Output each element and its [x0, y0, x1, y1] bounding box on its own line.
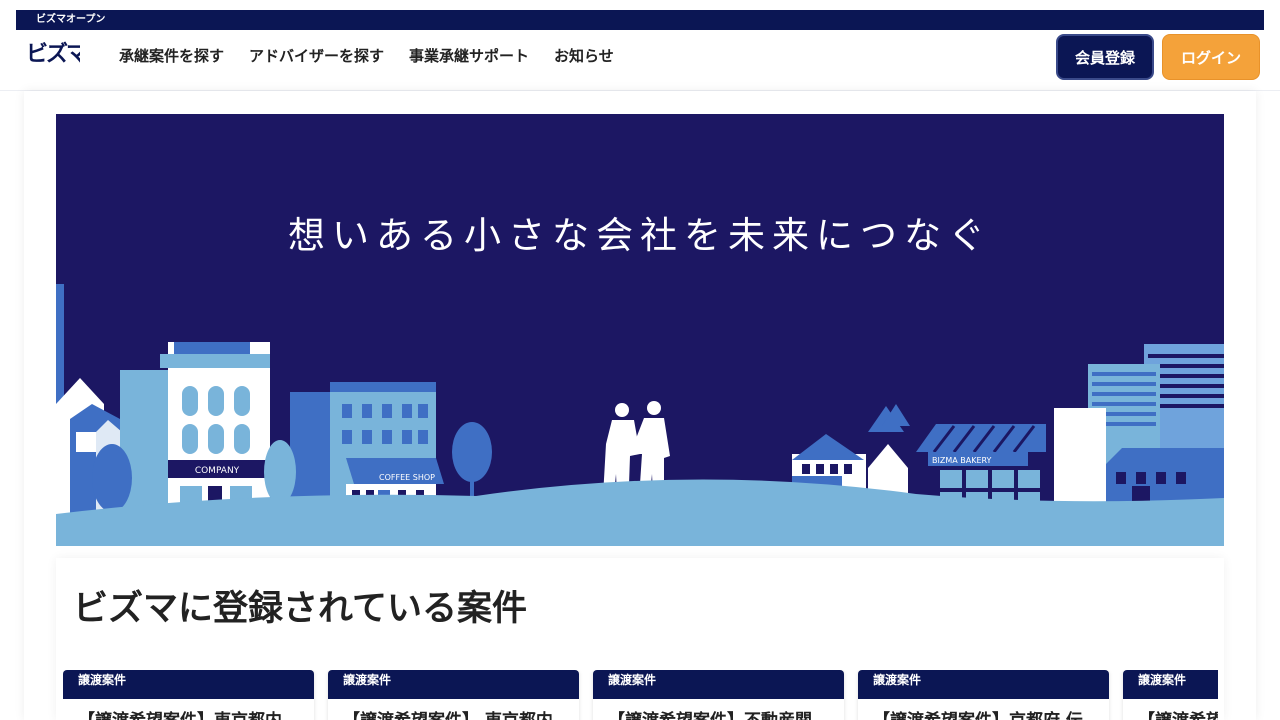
main-nav: 承継案件を探す アドバイザーを探す 事業承継サポート お知らせ	[119, 46, 639, 66]
bizma-logo[interactable]: ビズマ	[26, 39, 80, 67]
register-button[interactable]: 会員登録	[1056, 34, 1154, 80]
card-title: 【譲渡希望案件】 東京都内	[328, 699, 579, 720]
nav-find-cases[interactable]: 承継案件を探す	[119, 46, 224, 66]
main-content: COMPANY COFFEE SHOP BIZMA BAKERY 想いある小さな…	[24, 91, 1256, 720]
topbar-label: ビズマオープン	[36, 14, 106, 25]
listing-card[interactable]: 譲渡案件 【譲渡希望案件】不動産関	[593, 670, 844, 720]
card-title: 【譲渡希望	[1123, 699, 1218, 720]
town-illustration: COMPANY COFFEE SHOP BIZMA BAKERY	[56, 284, 1224, 546]
coffee-shop-sign: COFFEE SHOP	[379, 473, 435, 482]
nav-succession-support[interactable]: 事業承継サポート	[409, 46, 529, 66]
listings-title: ビズマに登録されている案件	[73, 589, 527, 629]
hero-tagline: 想いある小さな会社を未来につなぐ	[288, 214, 992, 257]
card-badge: 譲渡案件	[858, 670, 1109, 699]
card-title: 【譲渡希望案件】京都府 伝	[858, 699, 1109, 720]
hero-banner: COMPANY COFFEE SHOP BIZMA BAKERY 想いある小さな…	[56, 114, 1224, 546]
listing-card[interactable]: 譲渡案件 【譲渡希望案件】京都府 伝	[858, 670, 1109, 720]
bakery-sign: BIZMA BAKERY	[932, 456, 992, 465]
company-sign: COMPANY	[195, 466, 240, 476]
card-badge: 譲渡案件	[328, 670, 579, 699]
listing-card[interactable]: 譲渡案件 【譲渡希望	[1123, 670, 1218, 720]
top-announcement-bar: ビズマオープン	[16, 10, 1264, 30]
nav-news[interactable]: お知らせ	[554, 46, 614, 66]
card-badge: 譲渡案件	[1123, 670, 1218, 699]
card-badge: 譲渡案件	[593, 670, 844, 699]
site-header: ビズマ 承継案件を探す アドバイザーを探す 事業承継サポート お知らせ 会員登録…	[0, 30, 1280, 91]
listing-card[interactable]: 譲渡案件 【譲渡希望案件】 東京都内	[328, 670, 579, 720]
nav-find-advisors[interactable]: アドバイザーを探す	[249, 46, 384, 66]
svg-text:ビズマ: ビズマ	[26, 41, 80, 67]
card-badge: 譲渡案件	[63, 670, 314, 699]
card-title: 【譲渡希望案件】東京都内	[63, 699, 314, 720]
login-button[interactable]: ログイン	[1162, 34, 1260, 80]
listing-cards: 譲渡案件 【譲渡希望案件】東京都内 譲渡案件 【譲渡希望案件】 東京都内 譲渡案…	[63, 670, 1218, 720]
listings-section: ビズマに登録されている案件 譲渡案件 【譲渡希望案件】東京都内 譲渡案件 【譲渡…	[56, 558, 1224, 720]
card-title: 【譲渡希望案件】不動産関	[593, 699, 844, 720]
listing-card[interactable]: 譲渡案件 【譲渡希望案件】東京都内	[63, 670, 314, 720]
